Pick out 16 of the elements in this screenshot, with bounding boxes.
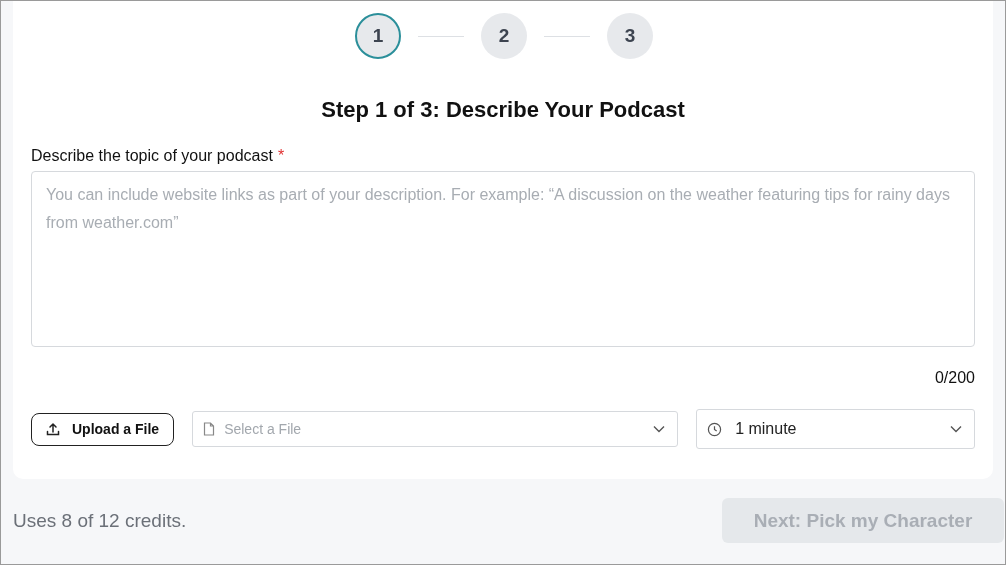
credits-text: Uses 8 of 12 credits. [13,509,187,532]
upload-button[interactable]: Upload a File [31,412,175,446]
topic-field[interactable]: You can include website links as part of your description. For example: “A discussion on the weather featuring tips for rainy days from weather.com” [31,171,975,347]
step-indicator: 3 [607,13,653,59]
file-icon [203,422,216,436]
field-label: Describe the topic of your podcast [31,147,273,165]
chevron-icon [950,425,962,433]
chevron-icon [653,425,666,433]
required-mark: * [277,147,285,165]
step-title: Step 1 of 3: Describe Your Podcast [320,97,686,123]
clock-icon [707,421,723,437]
character-counter: 0/200 [934,369,975,386]
step-indicator: 1 [355,13,401,59]
duration-select[interactable]: 1 minute [696,409,975,449]
step-indicator: 2 [481,13,527,59]
upload-icon [46,422,60,436]
